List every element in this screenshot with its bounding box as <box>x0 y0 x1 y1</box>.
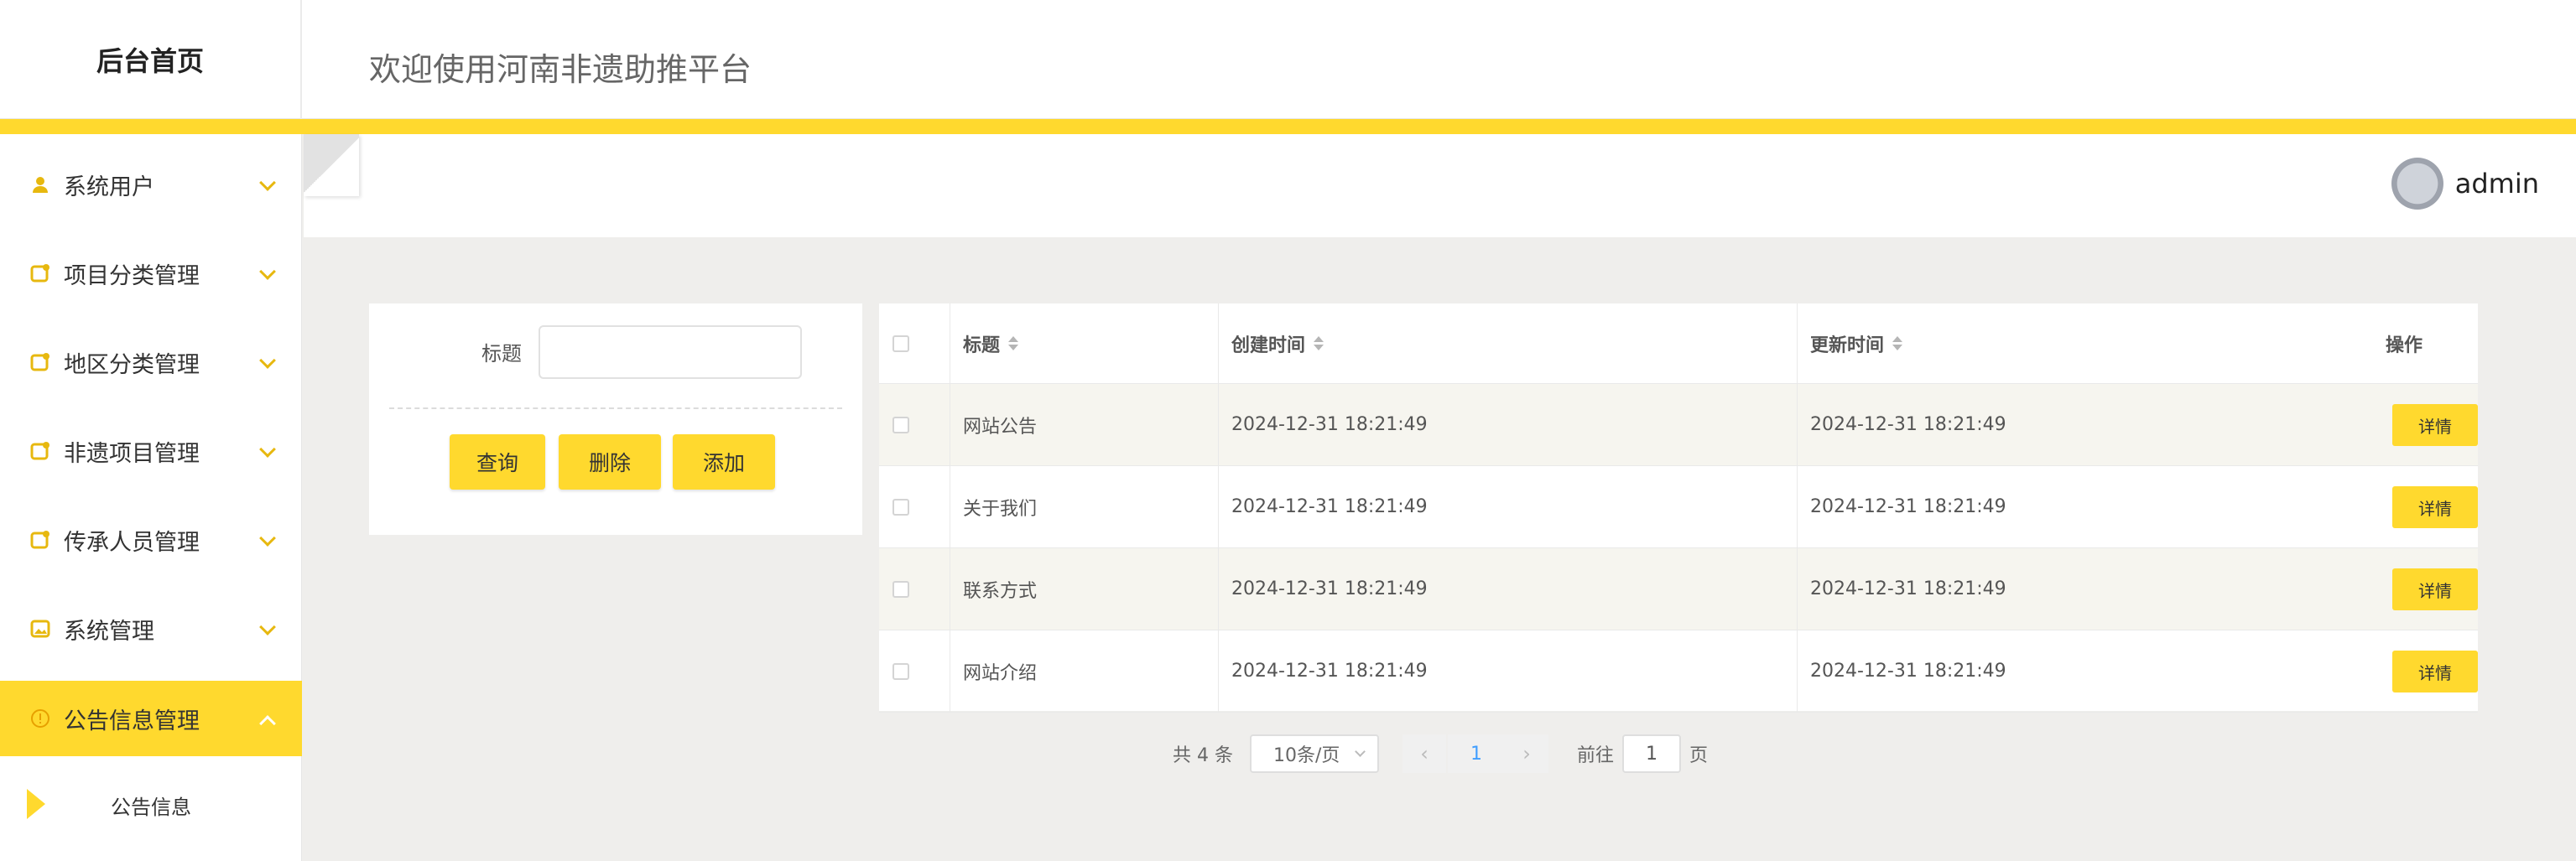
page-number-current[interactable]: 1 <box>1448 734 1505 773</box>
user-icon <box>30 174 50 195</box>
column-action: 操作 <box>2386 335 2423 356</box>
row-updated: 2024-12-31 18:21:49 <box>1810 496 2006 517</box>
sidebar-subitem-label: 公告信息 <box>111 795 191 819</box>
delete-button[interactable]: 删除 <box>559 434 661 490</box>
avatar <box>2391 158 2443 210</box>
sidebar-item-region-category[interactable]: 地区分类管理 <box>0 324 302 400</box>
chevron-down-icon <box>259 530 276 547</box>
row-created: 2024-12-31 18:21:49 <box>1231 414 1428 435</box>
table-row: 关于我们 2024-12-31 18:21:49 2024-12-31 18:2… <box>879 466 2478 548</box>
row-created: 2024-12-31 18:21:49 <box>1231 496 1428 517</box>
detail-button[interactable]: 详情 <box>2392 568 2478 610</box>
column-title-label: 标题 <box>963 335 1001 356</box>
username: admin <box>2454 168 2539 200</box>
sidebar-item-label: 传承人员管理 <box>64 529 200 556</box>
page-suffix-label: 页 <box>1689 745 1709 766</box>
column-created-label: 创建时间 <box>1231 335 1306 356</box>
sidebar-item-system-users[interactable]: 系统用户 <box>0 147 302 222</box>
search-panel: 标题 查询 删除 添加 <box>369 303 862 535</box>
prev-page-button[interactable]: ‹ <box>1402 734 1446 773</box>
row-checkbox[interactable] <box>892 498 909 516</box>
sidebar-subitem-announcements[interactable]: 公告信息 <box>0 767 302 843</box>
sidebar: 系统用户 项目分类管理 地区分类管理 非遗项目管理 传承人员管理 系统管理 公告… <box>0 134 302 861</box>
sidebar-item-heritage-projects[interactable]: 非遗项目管理 <box>0 413 302 489</box>
table-row: 网站公告 2024-12-31 18:21:49 2024-12-31 18:2… <box>879 384 2478 466</box>
folder-icon <box>30 352 50 372</box>
chevron-down-icon <box>259 441 276 458</box>
sidebar-item-system-management[interactable]: 系统管理 <box>0 591 302 666</box>
sidebar-item-label: 项目分类管理 <box>64 262 200 289</box>
sidebar-item-label: 地区分类管理 <box>64 351 200 378</box>
active-indicator-icon <box>27 789 45 819</box>
table-header: 标题 创建时间 更新时间 操作 <box>879 303 2478 384</box>
chevron-down-icon <box>259 619 276 635</box>
goto-label: 前往 <box>1577 745 1615 766</box>
page-size-value: 10条/页 <box>1273 745 1340 766</box>
sidebar-item-label: 系统管理 <box>64 618 154 645</box>
row-checkbox[interactable] <box>892 416 909 433</box>
content-header <box>304 134 2576 237</box>
chevron-down-icon <box>259 352 276 369</box>
add-button[interactable]: 添加 <box>673 434 775 490</box>
sort-icon[interactable] <box>1008 336 1019 350</box>
chevron-down-icon <box>259 174 276 191</box>
folder-icon <box>30 530 50 550</box>
sidebar-item-label: 系统用户 <box>64 174 154 200</box>
sort-icon[interactable] <box>1892 336 1903 350</box>
row-created: 2024-12-31 18:21:49 <box>1231 578 1428 599</box>
row-updated: 2024-12-31 18:21:49 <box>1810 661 2006 682</box>
chevron-down-icon <box>1355 746 1366 757</box>
column-updated[interactable]: 更新时间 <box>1810 303 1903 383</box>
select-all-checkbox[interactable] <box>892 335 909 352</box>
chevron-left-icon: ‹ <box>1420 742 1429 765</box>
row-checkbox[interactable] <box>892 580 909 598</box>
accent-divider <box>0 119 2576 134</box>
page-fold-decoration <box>304 134 359 196</box>
next-page-button[interactable]: › <box>1505 734 1548 773</box>
pagination-total: 共 4 条 <box>1173 745 1233 766</box>
row-updated: 2024-12-31 18:21:49 <box>1810 414 2006 435</box>
detail-button[interactable]: 详情 <box>2392 404 2478 446</box>
table-row: 联系方式 2024-12-31 18:21:49 2024-12-31 18:2… <box>879 548 2478 630</box>
folder-icon <box>30 263 50 283</box>
chevron-up-icon <box>259 715 276 732</box>
detail-button[interactable]: 详情 <box>2392 651 2478 692</box>
column-title[interactable]: 标题 <box>963 303 1019 383</box>
folder-icon <box>30 441 50 461</box>
sidebar-item-project-category[interactable]: 项目分类管理 <box>0 236 302 311</box>
image-icon <box>30 619 50 639</box>
sidebar-item-inheritors[interactable]: 传承人员管理 <box>0 502 302 578</box>
row-created: 2024-12-31 18:21:49 <box>1231 661 1428 682</box>
table-row: 网站介绍 2024-12-31 18:21:49 2024-12-31 18:2… <box>879 630 2478 713</box>
page-title: 欢迎使用河南非遗助推平台 <box>369 51 752 88</box>
row-title: 网站介绍 <box>963 662 1038 684</box>
sidebar-item-label: 非遗项目管理 <box>64 440 200 467</box>
page-size-select[interactable]: 10条/页 <box>1250 734 1379 773</box>
sidebar-item-announcements[interactable]: 公告信息管理 <box>0 681 302 756</box>
top-bar: 后台首页 欢迎使用河南非遗助推平台 <box>0 0 2576 119</box>
column-updated-label: 更新时间 <box>1810 335 1885 356</box>
sort-icon[interactable] <box>1314 336 1324 350</box>
home-link[interactable]: 后台首页 <box>0 0 302 119</box>
column-created[interactable]: 创建时间 <box>1231 303 1324 383</box>
announcement-table: 标题 创建时间 更新时间 操作 网站公告 2024-12-31 18:21:49… <box>879 303 2478 713</box>
row-updated: 2024-12-31 18:21:49 <box>1810 578 2006 599</box>
chevron-down-icon <box>259 263 276 280</box>
info-icon <box>30 708 50 729</box>
title-search-input[interactable] <box>539 325 802 379</box>
row-title: 联系方式 <box>963 580 1038 602</box>
goto-page-input[interactable] <box>1622 734 1681 773</box>
row-title: 网站公告 <box>963 416 1038 438</box>
row-checkbox[interactable] <box>892 662 909 680</box>
detail-button[interactable]: 详情 <box>2392 486 2478 528</box>
user-menu[interactable]: admin <box>2391 158 2539 210</box>
title-filter-label: 标题 <box>481 342 522 366</box>
query-button[interactable]: 查询 <box>450 434 545 490</box>
chevron-right-icon: › <box>1522 742 1531 765</box>
sidebar-item-label: 公告信息管理 <box>64 708 200 734</box>
divider <box>389 407 842 409</box>
row-title: 关于我们 <box>963 498 1038 520</box>
